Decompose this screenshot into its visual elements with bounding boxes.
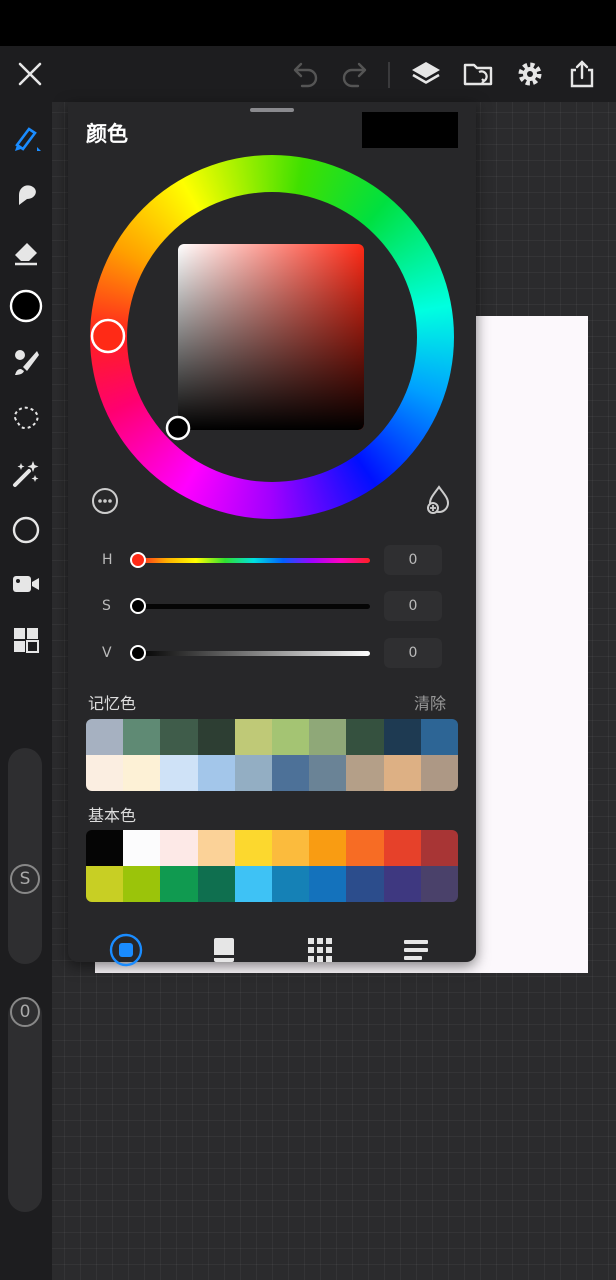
- default-palette: [86, 830, 458, 902]
- history-swatch[interactable]: [383, 755, 421, 791]
- tab-classic[interactable]: [206, 932, 242, 968]
- history-swatch[interactable]: [272, 719, 310, 755]
- opacity-indicator: 0: [10, 997, 40, 1027]
- hue-value-field[interactable]: 0: [384, 545, 442, 575]
- more-options-icon[interactable]: [90, 486, 120, 516]
- import-icon[interactable]: [460, 56, 496, 92]
- previous-color-swatch[interactable]: [410, 112, 458, 148]
- panel-grabber[interactable]: [250, 108, 294, 112]
- shape-icon[interactable]: [8, 512, 44, 548]
- history-swatch[interactable]: [346, 755, 384, 791]
- brush-size-slider[interactable]: [8, 748, 42, 964]
- history-swatch[interactable]: [420, 755, 458, 791]
- undo-icon[interactable]: [288, 56, 324, 92]
- brush-opacity-slider[interactable]: [8, 998, 42, 1212]
- video-icon[interactable]: [8, 566, 44, 602]
- history-label: 记忆色: [88, 694, 137, 713]
- history-palette: [86, 719, 458, 791]
- clear-history-button[interactable]: 清除: [414, 690, 446, 714]
- hue-label: H: [102, 552, 113, 568]
- eraser-icon[interactable]: [8, 234, 44, 270]
- top-toolbar: [0, 46, 616, 102]
- palette-swatch[interactable]: [309, 866, 347, 902]
- color-wheel[interactable]: [90, 154, 454, 520]
- tab-palettes[interactable]: [302, 932, 338, 968]
- history-swatch[interactable]: [234, 719, 272, 755]
- palette-swatch[interactable]: [234, 866, 272, 902]
- tab-disc[interactable]: [108, 932, 144, 968]
- tab-value[interactable]: [398, 932, 434, 968]
- default-palette-label: 基本色: [88, 806, 137, 825]
- palette-swatch[interactable]: [160, 830, 198, 866]
- hue-slider-knob[interactable]: [130, 552, 146, 568]
- history-swatch[interactable]: [197, 719, 235, 755]
- selection-icon[interactable]: [8, 400, 44, 436]
- status-bar: [0, 0, 616, 46]
- history-swatch[interactable]: [383, 719, 421, 755]
- panel-title: 颜色: [86, 122, 128, 146]
- palette-swatch[interactable]: [86, 830, 124, 866]
- history-swatch[interactable]: [234, 755, 272, 791]
- value-slider[interactable]: [138, 651, 370, 656]
- history-swatch[interactable]: [309, 719, 347, 755]
- brush-icon[interactable]: [8, 120, 44, 156]
- history-swatch[interactable]: [86, 719, 124, 755]
- palette-swatch[interactable]: [309, 830, 347, 866]
- palette-swatch[interactable]: [197, 830, 235, 866]
- hue-ring-knob: [90, 318, 126, 354]
- current-color-swatch[interactable]: [362, 112, 410, 148]
- palette-swatch[interactable]: [346, 830, 384, 866]
- palette-swatch[interactable]: [123, 830, 161, 866]
- history-swatch[interactable]: [160, 755, 198, 791]
- palette-swatch[interactable]: [123, 866, 161, 902]
- share-icon[interactable]: [564, 56, 600, 92]
- saturation-value-knob: [165, 415, 191, 441]
- history-swatch[interactable]: [420, 719, 458, 755]
- palette-swatch[interactable]: [420, 830, 458, 866]
- history-swatch[interactable]: [123, 755, 161, 791]
- history-swatch[interactable]: [197, 755, 235, 791]
- palette-swatch[interactable]: [272, 830, 310, 866]
- history-swatch[interactable]: [272, 755, 310, 791]
- palette-swatch[interactable]: [86, 866, 124, 902]
- hue-slider[interactable]: [138, 558, 370, 563]
- saturation-label: S: [102, 598, 111, 614]
- history-swatch[interactable]: [160, 719, 198, 755]
- saturation-value-field[interactable]: 0: [384, 591, 442, 621]
- saturation-slider-knob[interactable]: [130, 598, 146, 614]
- close-icon[interactable]: [12, 56, 48, 92]
- palette-swatch[interactable]: [234, 830, 272, 866]
- toolbar-divider: [388, 62, 390, 88]
- palette-swatch[interactable]: [383, 830, 421, 866]
- value-value-field[interactable]: 0: [384, 638, 442, 668]
- redo-icon[interactable]: [336, 56, 372, 92]
- value-label: V: [102, 645, 112, 661]
- layers-icon[interactable]: [408, 56, 444, 92]
- history-swatch[interactable]: [309, 755, 347, 791]
- palette-swatch[interactable]: [160, 866, 198, 902]
- palette-swatch[interactable]: [346, 866, 384, 902]
- history-swatch[interactable]: [123, 719, 161, 755]
- settings-icon[interactable]: [512, 56, 548, 92]
- adjustments-icon[interactable]: [8, 456, 44, 492]
- history-swatch[interactable]: [346, 719, 384, 755]
- gallery-icon[interactable]: [8, 622, 44, 658]
- color-panel: 颜色 H 0 S 0 V 0 记忆色 清除 基本色: [68, 102, 476, 967]
- color-icon[interactable]: [8, 288, 44, 324]
- palette-swatch[interactable]: [383, 866, 421, 902]
- brush-library-icon[interactable]: [8, 344, 44, 380]
- size-indicator: S: [10, 864, 40, 894]
- palette-swatch[interactable]: [197, 866, 235, 902]
- palette-swatch[interactable]: [272, 866, 310, 902]
- palette-swatch[interactable]: [420, 866, 458, 902]
- value-slider-knob[interactable]: [130, 645, 146, 661]
- tool-sidebar: S 0: [0, 102, 52, 1280]
- smudge-icon[interactable]: [8, 176, 44, 212]
- eyedropper-add-icon[interactable]: [424, 484, 454, 516]
- history-swatch[interactable]: [86, 755, 124, 791]
- saturation-slider[interactable]: [138, 604, 370, 609]
